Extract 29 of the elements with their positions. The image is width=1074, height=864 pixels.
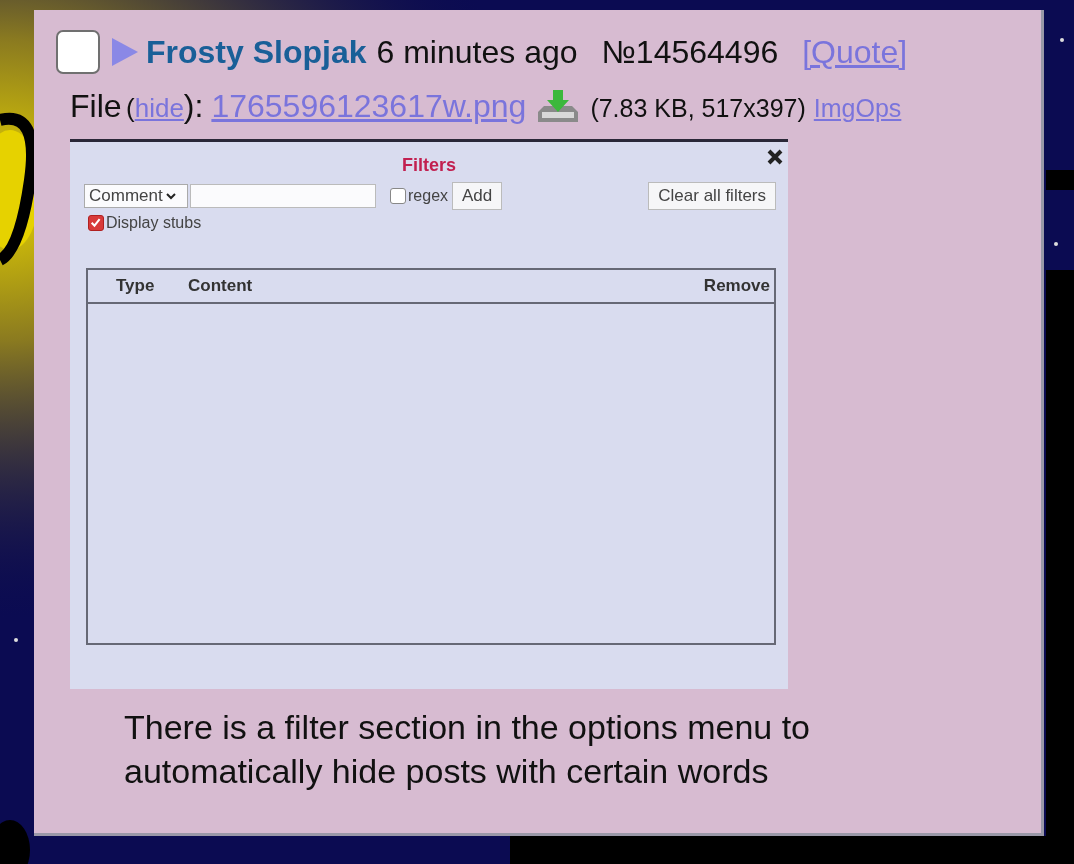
column-header: Remove [703, 276, 770, 295]
post-comment: There is a filter section in the options menu to automatically hide posts with certain words [124, 707, 812, 792]
filter-input[interactable] [190, 184, 376, 208]
quote-link[interactable]: [Quote] [802, 33, 908, 71]
hide-link[interactable]: hide [134, 93, 184, 124]
poster-name: Frosty Slopjak [146, 33, 367, 71]
file-info: (7.83 KB, 517x397) [590, 94, 806, 123]
triangle-icon[interactable] [112, 38, 138, 66]
chevron-icon [165, 192, 176, 200]
filters-title: Filters [402, 155, 456, 175]
filename-link[interactable]: 1765596123617w.png [211, 88, 527, 125]
type-select[interactable]: Comment [84, 184, 188, 208]
regex-checkbox[interactable] [390, 188, 406, 204]
add-button[interactable]: Add [452, 182, 503, 210]
column-header: Content [188, 276, 253, 295]
download-icon[interactable] [536, 89, 581, 124]
clear-filters-button[interactable]: Clear all filters [648, 182, 776, 210]
post-time: 6 minutes ago [376, 33, 578, 71]
post-number: №14564496 [601, 33, 779, 71]
column-header: Type [116, 276, 155, 295]
display-stubs-checkbox[interactable] [88, 215, 104, 231]
close-paren: ): [183, 88, 204, 125]
open-paren: ( [126, 93, 135, 124]
post-checkbox[interactable] [56, 30, 100, 74]
close-icon[interactable] [766, 148, 784, 166]
imgops-link[interactable]: ImgOps [813, 94, 902, 123]
regex-label: regex [408, 187, 449, 205]
display-stubs-label: Display stubs [106, 214, 202, 232]
file-label: File [70, 88, 122, 125]
